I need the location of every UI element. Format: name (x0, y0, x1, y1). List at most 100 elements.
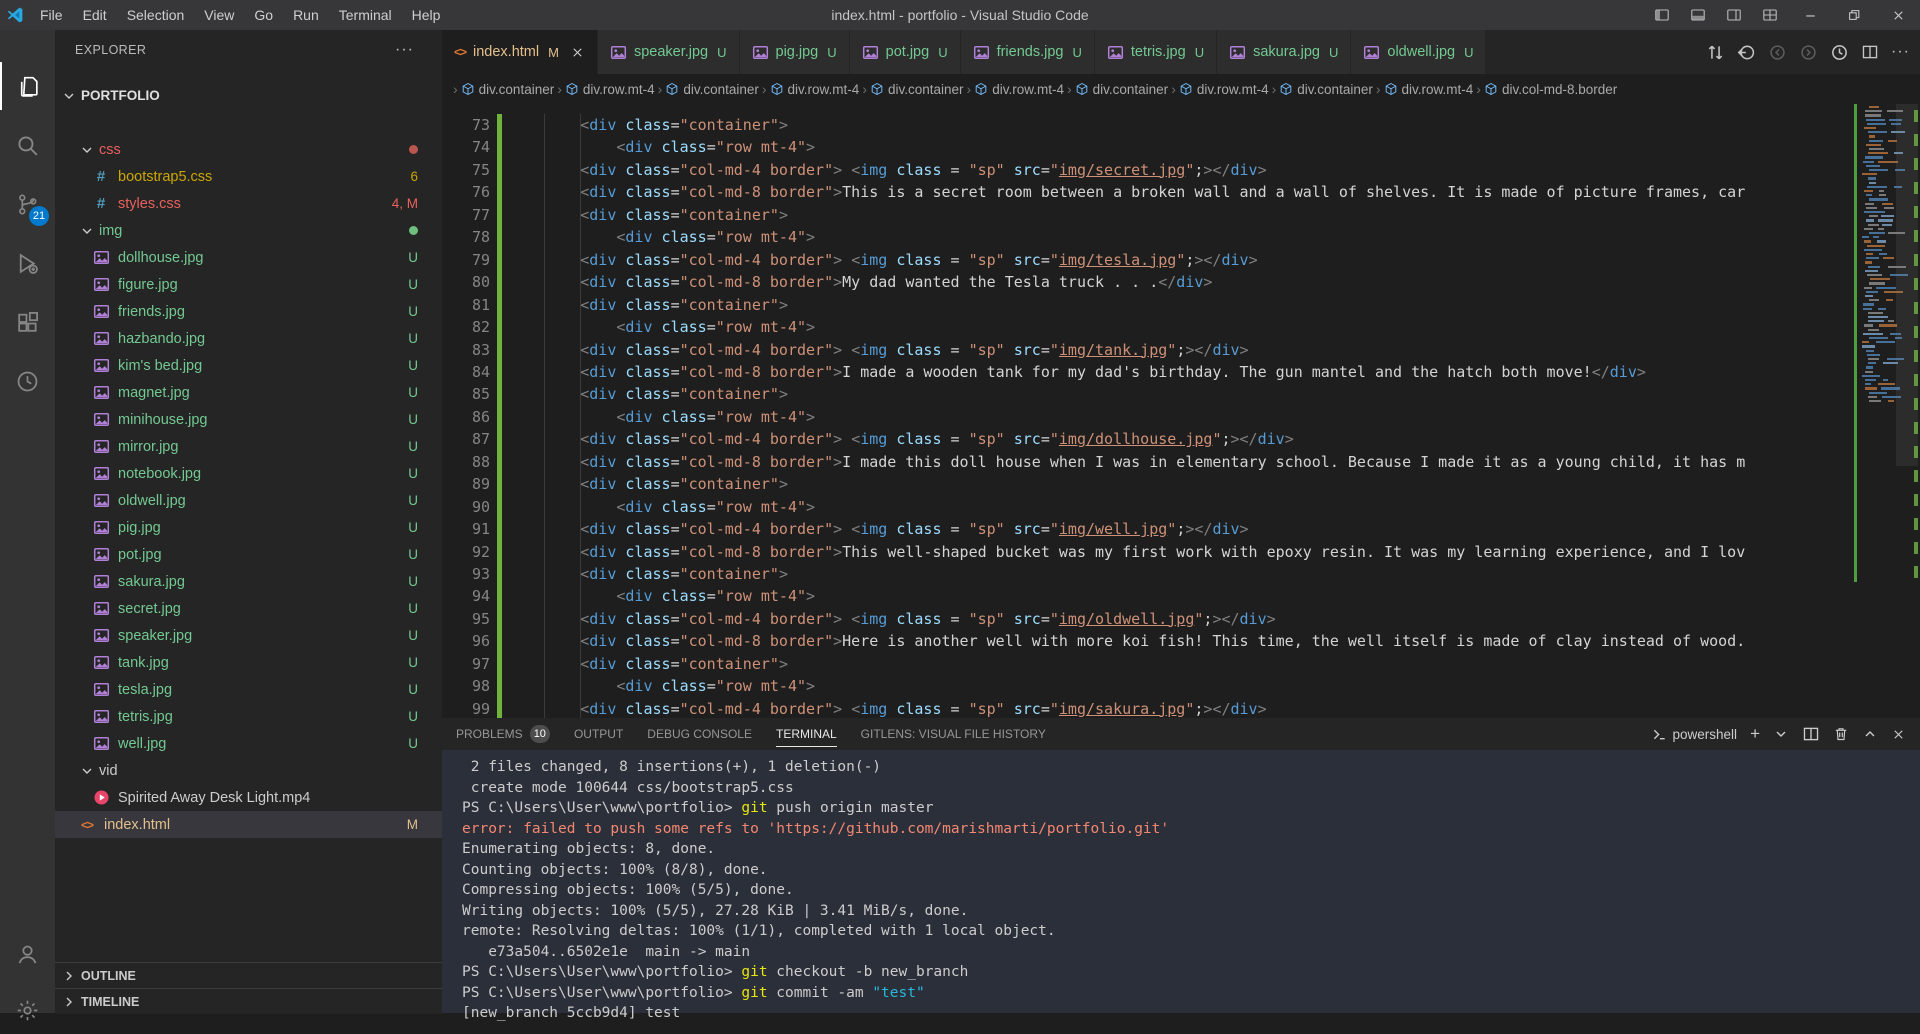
tree-item-index-html[interactable]: <>index.htmlM (55, 811, 442, 838)
tab-friends-jpg[interactable]: friends.jpgU (961, 30, 1095, 74)
settings-gear-icon[interactable] (0, 986, 55, 1034)
toggle-sidebar-icon[interactable] (1644, 0, 1680, 30)
tab-label: friends.jpg (997, 44, 1064, 60)
menu-selection[interactable]: Selection (117, 0, 195, 30)
tree-item-hazbando-jpg[interactable]: hazbando.jpgU (55, 325, 442, 352)
image-file-icon (91, 627, 111, 644)
tree-item-bootstrap5-css[interactable]: #bootstrap5.css6 (55, 163, 442, 190)
tree-item-notebook-jpg[interactable]: notebook.jpgU (55, 460, 442, 487)
section-outline[interactable]: OUTLINE (55, 962, 442, 988)
split-editor-icon[interactable] (1861, 43, 1879, 61)
tree-item-friends-jpg[interactable]: friends.jpgU (55, 298, 442, 325)
tab-tetris-jpg[interactable]: tetris.jpgU (1095, 30, 1217, 74)
menu-run[interactable]: Run (283, 0, 329, 30)
tree-item-secret-jpg[interactable]: secret.jpgU (55, 595, 442, 622)
tree-item-tank-jpg[interactable]: tank.jpgU (55, 649, 442, 676)
shell-selector[interactable]: powershell (1652, 727, 1738, 742)
panel-tab-debug-console[interactable]: DEBUG CONSOLE (647, 718, 752, 750)
breadcrumb-item[interactable]: div.col-md-8.border (1484, 82, 1617, 97)
tab-label: pot.jpg (886, 44, 930, 60)
tab-oldwell-jpg[interactable]: oldwell.jpgU (1351, 30, 1486, 74)
breadcrumb-item[interactable]: div.row.mt-4 (770, 82, 860, 97)
run-debug-icon[interactable] (0, 239, 55, 287)
close-panel-icon[interactable] (1891, 727, 1906, 742)
tree-item-dollhouse-jpg[interactable]: dollhouse.jpgU (55, 244, 442, 271)
menu-edit[interactable]: Edit (73, 0, 117, 30)
more-actions-icon[interactable]: ··· (1891, 43, 1910, 61)
toggle-panel-icon[interactable] (1680, 0, 1716, 30)
breadcrumb-separator: › (1067, 81, 1072, 97)
tree-item-oldwell-jpg[interactable]: oldwell.jpgU (55, 487, 442, 514)
tree-item-pot-jpg[interactable]: pot.jpgU (55, 541, 442, 568)
customize-layout-icon[interactable] (1752, 0, 1788, 30)
tree-item-tetris-jpg[interactable]: tetris.jpgU (55, 703, 442, 730)
menu-file[interactable]: File (30, 0, 73, 30)
panel-tab-problems[interactable]: PROBLEMS10 (456, 718, 550, 750)
toggle-secondary-sidebar-icon[interactable] (1716, 0, 1752, 30)
tree-item-well-jpg[interactable]: well.jpgU (55, 730, 442, 757)
tree-item-styles-css[interactable]: #styles.css4, M (55, 190, 442, 217)
breadcrumb-item[interactable]: div.row.mt-4 (974, 82, 1064, 97)
panel-tab-output[interactable]: OUTPUT (574, 718, 623, 750)
tab-sakura-jpg[interactable]: sakura.jpgU (1217, 30, 1351, 74)
explorer-more-actions-icon[interactable]: ··· (395, 41, 414, 59)
close-button[interactable] (1876, 0, 1920, 30)
maximize-panel-icon[interactable] (1862, 726, 1878, 742)
explorer-icon[interactable] (0, 62, 55, 110)
tree-item-speaker-jpg[interactable]: speaker.jpgU (55, 622, 442, 649)
chevron-down-icon[interactable] (1773, 726, 1789, 742)
new-terminal-icon[interactable]: + (1750, 724, 1760, 744)
menu-terminal[interactable]: Terminal (329, 0, 402, 30)
clock-icon[interactable] (0, 357, 55, 405)
previous-change-icon[interactable] (1768, 43, 1787, 62)
previous-revision-icon[interactable] (1737, 43, 1756, 62)
tree-item-figure-jpg[interactable]: figure.jpgU (55, 271, 442, 298)
breadcrumb-item[interactable]: div.container (665, 82, 759, 97)
breadcrumb-item[interactable]: div.container (1279, 82, 1373, 97)
tree-item-minihouse-jpg[interactable]: minihouse.jpgU (55, 406, 442, 433)
compare-changes-icon[interactable] (1706, 43, 1725, 62)
tree-item-img[interactable]: img (55, 217, 442, 244)
breadcrumb-item[interactable]: div.row.mt-4 (1179, 82, 1269, 97)
code-editor[interactable]: <div class="container"> <div class="row … (442, 104, 1920, 718)
file-history-icon[interactable] (1830, 43, 1849, 62)
tree-item-css[interactable]: css (55, 136, 442, 163)
breadcrumb-item[interactable]: div.container (461, 82, 555, 97)
git-status-badge: U (408, 628, 418, 643)
menu-go[interactable]: Go (244, 0, 283, 30)
menu-view[interactable]: View (194, 0, 244, 30)
source-control-icon[interactable]: 21 (0, 180, 55, 228)
tree-item-vid[interactable]: vid (55, 757, 442, 784)
code-line: <div class="col-md-4 border"> <img class… (508, 159, 1267, 181)
tree-item-pig-jpg[interactable]: pig.jpgU (55, 514, 442, 541)
account-icon[interactable] (0, 930, 55, 978)
breadcrumb-item[interactable]: div.container (1075, 82, 1169, 97)
tree-item-magnet-jpg[interactable]: magnet.jpgU (55, 379, 442, 406)
minimize-button[interactable] (1788, 0, 1832, 30)
restore-button[interactable] (1832, 0, 1876, 30)
section-timeline[interactable]: TIMELINE (55, 988, 442, 1014)
extensions-icon[interactable] (0, 298, 55, 346)
tab-index-html[interactable]: <>index.htmlM (442, 30, 598, 74)
tab-pig-jpg[interactable]: pig.jpgU (740, 30, 850, 74)
tree-item-tesla-jpg[interactable]: tesla.jpgU (55, 676, 442, 703)
panel-tab-gitlens-visual-file-history[interactable]: GITLENS: VISUAL FILE HISTORY (861, 718, 1046, 750)
kill-terminal-icon[interactable] (1833, 726, 1849, 742)
search-icon[interactable] (0, 121, 55, 169)
tree-item-mirror-jpg[interactable]: mirror.jpgU (55, 433, 442, 460)
tab-pot-jpg[interactable]: pot.jpgU (850, 30, 961, 74)
close-tab-icon[interactable] (570, 45, 585, 60)
menu-help[interactable]: Help (402, 0, 451, 30)
breadcrumb-item[interactable]: div.row.mt-4 (1384, 82, 1474, 97)
tree-item-kim-s-bed-jpg[interactable]: kim's bed.jpgU (55, 352, 442, 379)
panel-tab-terminal[interactable]: TERMINAL (776, 718, 837, 750)
breadcrumb-item[interactable]: div.row.mt-4 (565, 82, 655, 97)
section-portfolio[interactable]: PORTFOLIO (55, 82, 442, 109)
tree-item-spirited-away-desk-light-mp4[interactable]: Spirited Away Desk Light.mp4 (55, 784, 442, 811)
tab-speaker-jpg[interactable]: speaker.jpgU (598, 30, 740, 74)
next-change-icon[interactable] (1799, 43, 1818, 62)
tree-item-sakura-jpg[interactable]: sakura.jpgU (55, 568, 442, 595)
code-line: <div class="container"> (508, 383, 788, 405)
breadcrumb-item[interactable]: div.container (870, 82, 964, 97)
split-terminal-icon[interactable] (1802, 725, 1820, 743)
